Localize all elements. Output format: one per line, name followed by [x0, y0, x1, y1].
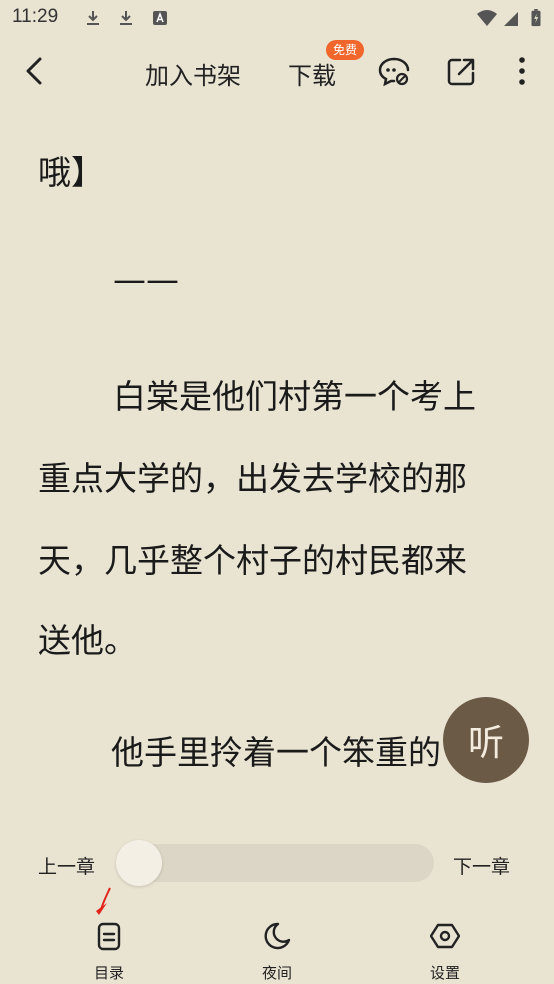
- next-chapter-button[interactable]: 下一章: [453, 852, 510, 879]
- text-line: ——: [113, 260, 179, 299]
- settings-icon: [430, 923, 460, 949]
- prev-chapter-button[interactable]: 上一章: [38, 852, 95, 879]
- download-icon: [120, 11, 132, 25]
- chapter-progress-slider[interactable]: [118, 844, 434, 882]
- slider-thumb[interactable]: [116, 840, 162, 886]
- more-options-icon[interactable]: [508, 54, 536, 88]
- download-icon: [87, 11, 99, 25]
- app-notification-icon: [153, 11, 167, 25]
- download-button[interactable]: 下载: [288, 56, 336, 91]
- back-icon[interactable]: [20, 54, 50, 88]
- battery-icon: [531, 9, 541, 27]
- status-time: 11:29: [12, 6, 59, 27]
- add-to-shelf-button[interactable]: 加入书架: [145, 56, 241, 91]
- free-badge: 免费: [326, 40, 365, 60]
- text-line: 送他。: [38, 621, 137, 660]
- text-line: 他手里拎着一个笨重的: [111, 733, 441, 772]
- share-icon[interactable]: [445, 54, 479, 88]
- reader-toolbar: 加入书架 下载 免费: [0, 40, 554, 100]
- text-line: 天，几乎整个村子的村民都来: [38, 541, 467, 580]
- status-bar: 11:29: [0, 0, 554, 38]
- text-line: 哦】: [38, 153, 104, 192]
- bottom-panel: 上一章 下一章 目录 夜间 设置: [0, 812, 554, 984]
- comment-icon[interactable]: [377, 54, 411, 88]
- text-line: 重点大学的，出发去学校的那: [38, 459, 467, 498]
- night-label: 夜间: [261, 964, 292, 982]
- moon-icon: [264, 922, 291, 950]
- toc-icon: [97, 922, 121, 951]
- settings-button[interactable]: 设置: [400, 916, 490, 982]
- listen-button[interactable]: 听: [443, 697, 529, 783]
- pointer-arrow-icon: [96, 887, 111, 915]
- night-mode-button[interactable]: 夜间: [232, 916, 322, 982]
- text-line: 白棠是他们村第一个考上: [113, 377, 476, 416]
- signal-icon: [504, 12, 518, 26]
- toc-label: 目录: [93, 964, 124, 982]
- wifi-icon: [477, 10, 497, 26]
- toc-button[interactable]: 目录: [64, 916, 154, 982]
- listen-label: 听: [467, 723, 504, 764]
- settings-label: 设置: [429, 964, 460, 982]
